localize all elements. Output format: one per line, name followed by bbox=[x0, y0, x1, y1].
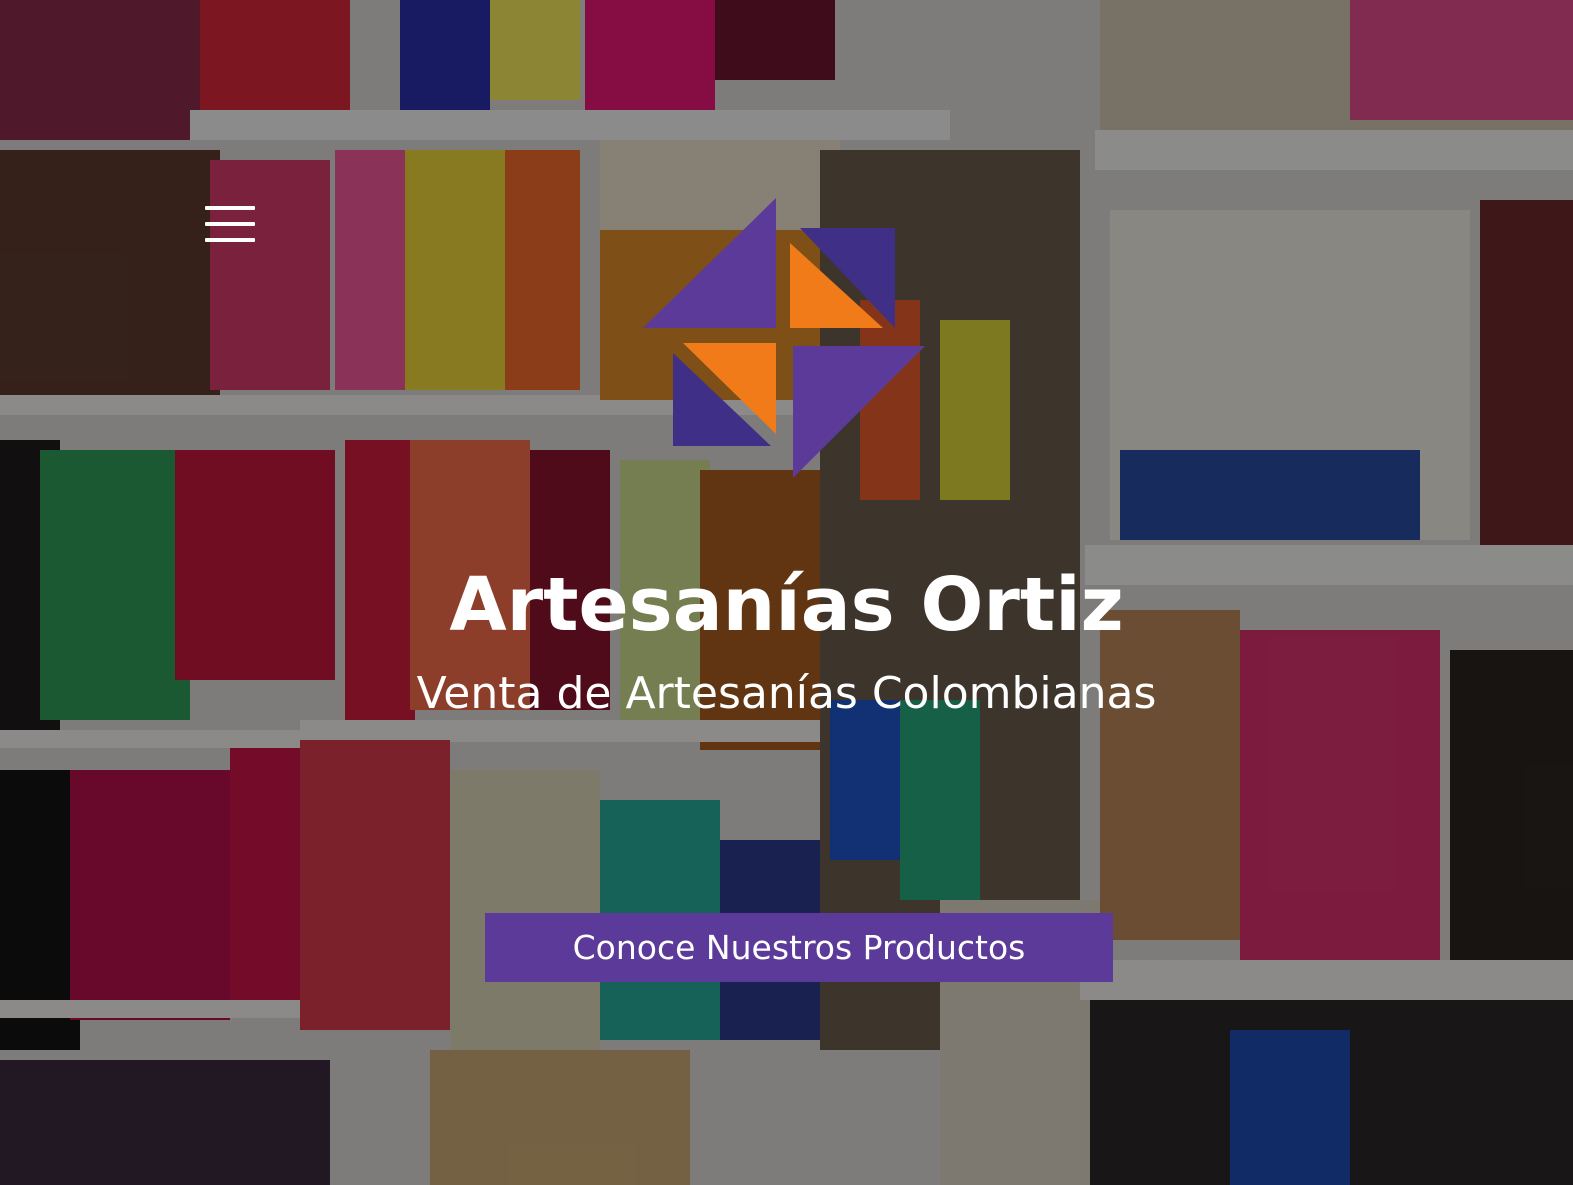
pinwheel-logo-icon[interactable] bbox=[643, 198, 927, 478]
menu-bar-bottom bbox=[205, 238, 255, 242]
page-title: Artesanías Ortiz bbox=[449, 562, 1124, 648]
hero-section: Artesanías Ortiz Venta de Artesanías Col… bbox=[0, 0, 1573, 1185]
products-cta-button[interactable]: Conoce Nuestros Productos bbox=[485, 913, 1113, 982]
menu-bar-top bbox=[205, 206, 255, 210]
menu-bar-middle bbox=[205, 222, 255, 226]
hamburger-menu-icon[interactable] bbox=[205, 206, 257, 242]
page-subtitle: Venta de Artesanías Colombianas bbox=[416, 668, 1157, 719]
